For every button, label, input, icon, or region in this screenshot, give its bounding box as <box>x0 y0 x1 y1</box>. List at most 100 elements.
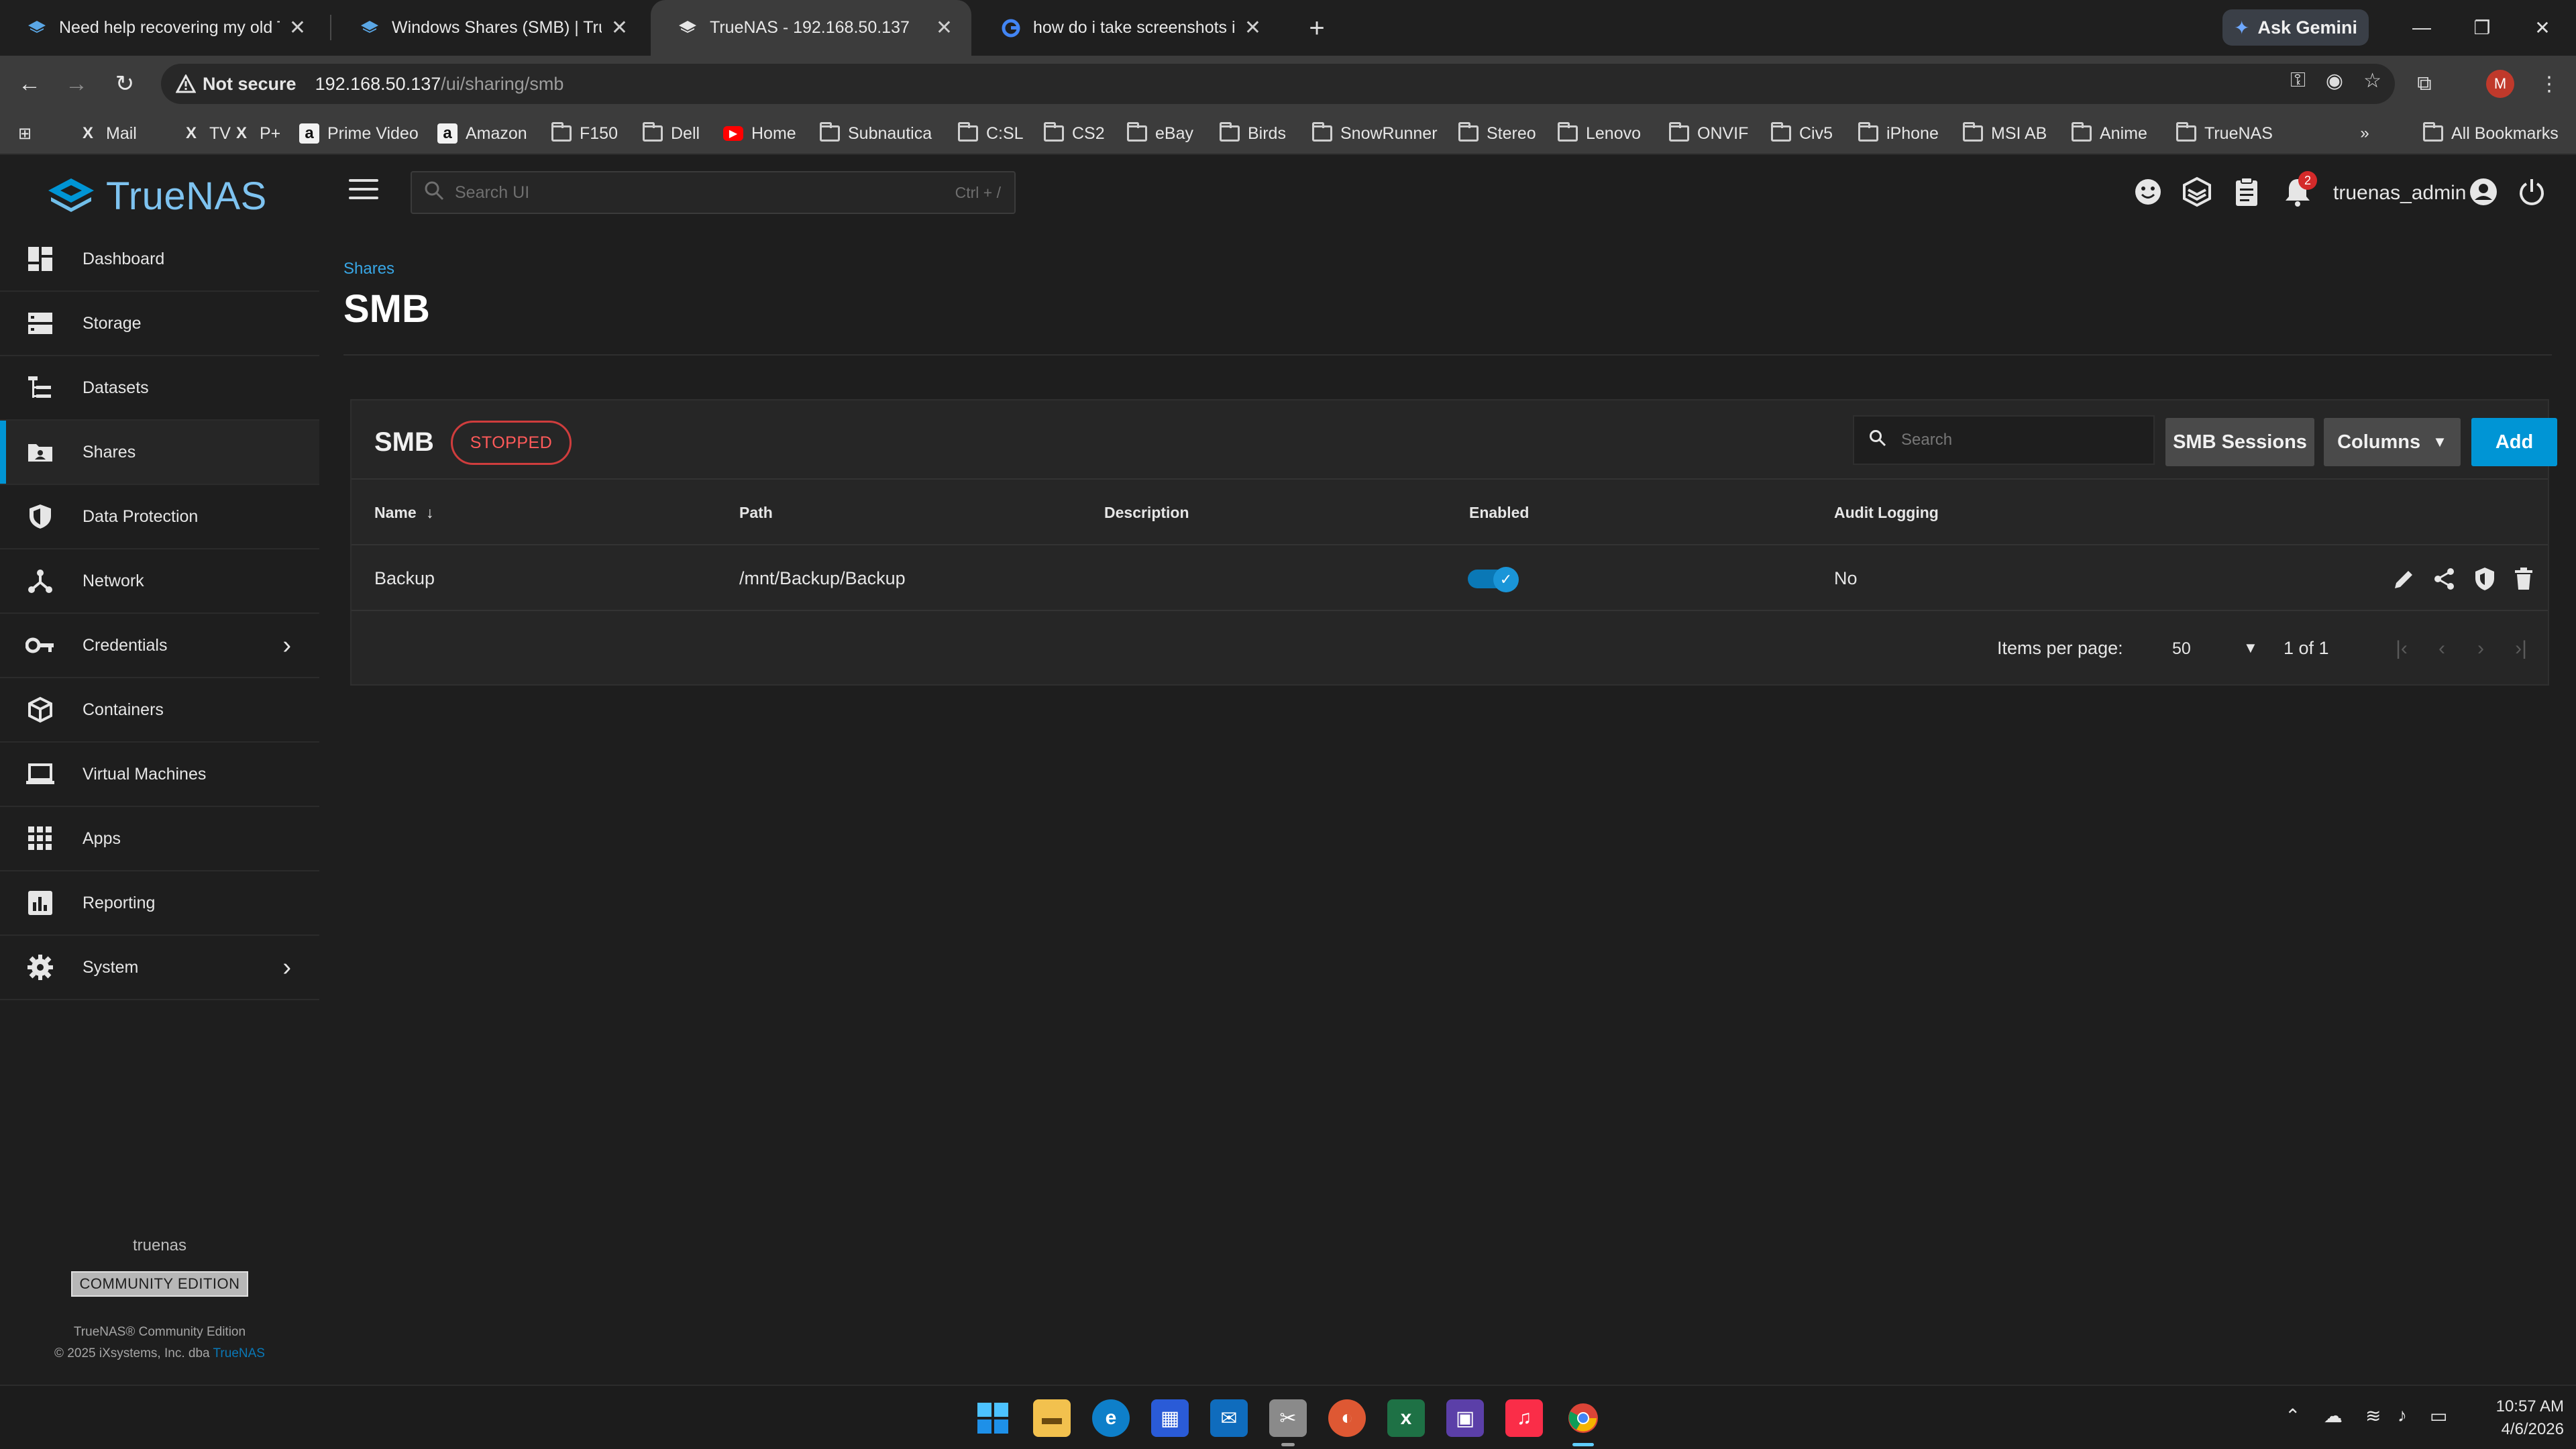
bookmark-item[interactable]: F150 <box>551 112 618 155</box>
snipping-tool-icon[interactable]: ✂ <box>1269 1399 1307 1446</box>
more-bookmarks-icon[interactable]: » <box>2355 112 2383 155</box>
service-status-badge[interactable]: STOPPED <box>451 421 572 465</box>
bookmark-item[interactable]: Subnautica <box>820 112 932 155</box>
chrome-icon[interactable] <box>1564 1399 1602 1446</box>
file-explorer-icon[interactable]: ▬ <box>1033 1399 1071 1437</box>
delete-trash-icon[interactable] <box>2509 564 2538 594</box>
previous-page-icon[interactable]: ‹ <box>2430 637 2454 661</box>
power-icon[interactable] <box>2517 175 2546 209</box>
forward-arrow-icon[interactable]: → <box>59 66 94 101</box>
sidebar-item-system[interactable]: System › <box>0 936 319 1000</box>
bookmark-item[interactable]: ▶ Home <box>723 112 796 155</box>
onedrive-icon[interactable]: ☁ <box>2324 1405 2343 1427</box>
not-secure-label[interactable]: Not secure <box>203 74 297 95</box>
chevron-down-icon[interactable]: ▼ <box>2243 639 2258 657</box>
column-header-enabled[interactable]: Enabled <box>1469 504 1529 522</box>
volume-icon[interactable]: ♪ <box>2398 1405 2407 1426</box>
reload-icon[interactable]: ↻ <box>107 66 142 101</box>
bookmark-item[interactable]: Lenovo <box>1558 112 1641 155</box>
duckduckgo-icon[interactable]: ◐ <box>1328 1399 1366 1437</box>
truenas-logo[interactable]: TrueNAS <box>47 174 267 219</box>
bookmark-item[interactable]: MSI AB <box>1963 112 2047 155</box>
eye-icon[interactable]: ◉ <box>2326 69 2343 93</box>
column-header-path[interactable]: Path <box>739 504 773 522</box>
bookmark-item[interactable]: iPhone <box>1858 112 1939 155</box>
truecommand-icon[interactable] <box>2182 175 2212 209</box>
enabled-toggle[interactable]: ✓ <box>1468 567 1519 592</box>
username-label[interactable]: truenas_admin <box>2333 182 2466 205</box>
sidebar-item-containers[interactable]: Containers <box>0 678 319 743</box>
hamburger-menu-icon[interactable] <box>349 179 378 203</box>
sidebar-item-apps[interactable]: Apps <box>0 807 319 871</box>
browser-tab-active[interactable]: TrueNAS - 192.168.50.137 ✕ <box>651 0 971 56</box>
bookmark-item[interactable]: SnowRunner <box>1312 112 1438 155</box>
back-arrow-icon[interactable]: ← <box>12 66 47 101</box>
tab-close-icon[interactable]: ✕ <box>289 16 306 40</box>
apple-music-icon[interactable]: ♫ <box>1505 1399 1543 1437</box>
smb-sessions-button[interactable]: SMB Sessions <box>2165 418 2314 466</box>
bookmark-item[interactable]: a Prime Video <box>299 112 419 155</box>
battery-icon[interactable]: ▭ <box>2430 1405 2447 1427</box>
bookmark-item[interactable]: a Amazon <box>437 112 527 155</box>
password-key-icon[interactable]: ⚿ <box>2290 69 2306 93</box>
outlook-icon[interactable]: ✉ <box>1210 1399 1248 1437</box>
truenas-link[interactable]: TrueNAS <box>213 1346 265 1360</box>
share-acl-icon[interactable] <box>2430 564 2459 594</box>
apps-grid-icon[interactable]: ⊞ <box>15 112 43 155</box>
minimize-icon[interactable]: — <box>2402 12 2442 43</box>
items-per-page-select[interactable]: 50 <box>2172 639 2191 659</box>
bookmark-item[interactable]: ONVIF <box>1669 112 1748 155</box>
jobs-clipboard-icon[interactable] <box>2234 175 2259 209</box>
bookmark-item[interactable]: C:SL <box>958 112 1024 155</box>
ask-gemini-button[interactable]: ✦ Ask Gemini <box>2222 9 2369 46</box>
restore-icon[interactable]: ❐ <box>2462 12 2502 43</box>
column-header-audit-logging[interactable]: Audit Logging <box>1834 504 1939 522</box>
columns-button[interactable]: Columns ▼ <box>2324 418 2461 466</box>
column-header-name[interactable]: Name ↓ <box>374 504 434 522</box>
clipchamp-icon[interactable]: ▣ <box>1446 1399 1484 1437</box>
address-bar[interactable]: Not secure 192.168.50.137 /ui/sharing/sm… <box>161 64 2395 104</box>
sidebar-item-shares[interactable]: Shares <box>0 421 319 485</box>
microsoft-store-icon[interactable]: ▦ <box>1151 1399 1189 1437</box>
table-search-input[interactable]: Search <box>1853 415 2155 465</box>
column-header-description[interactable]: Description <box>1104 504 1189 522</box>
last-page-icon[interactable]: ›| <box>2509 637 2533 661</box>
new-tab-icon[interactable]: + <box>1298 9 1336 47</box>
bookmark-item[interactable]: X P+ <box>231 112 280 155</box>
bookmark-item[interactable]: Dell <box>643 112 700 155</box>
close-window-icon[interactable]: ✕ <box>2522 12 2563 43</box>
sidebar-item-storage[interactable]: Storage <box>0 292 319 356</box>
menu-kebab-icon[interactable]: ⋮ <box>2532 66 2567 101</box>
tab-close-icon[interactable]: ✕ <box>936 16 953 40</box>
bookmark-item[interactable]: CS2 <box>1044 112 1105 155</box>
all-bookmarks-button[interactable]: All Bookmarks <box>2423 112 2559 155</box>
add-share-button[interactable]: Add <box>2471 418 2557 466</box>
bookmark-item[interactable]: X TV <box>181 112 231 155</box>
wifi-icon[interactable]: ≋ <box>2365 1405 2381 1427</box>
tab-close-icon[interactable]: ✕ <box>1244 16 1261 40</box>
sidebar-item-virtual-machines[interactable]: Virtual Machines <box>0 743 319 807</box>
account-circle-icon[interactable] <box>2469 175 2498 209</box>
profile-avatar[interactable]: M <box>2486 70 2514 98</box>
tab-close-icon[interactable]: ✕ <box>611 16 628 40</box>
sidebar-item-datasets[interactable]: Datasets <box>0 356 319 421</box>
warning-triangle-icon[interactable] <box>174 72 197 95</box>
sidebar-item-data-protection[interactable]: Data Protection <box>0 485 319 549</box>
bookmark-item[interactable]: eBay <box>1127 112 1193 155</box>
global-search-input[interactable]: Search UI Ctrl + / <box>411 171 1016 214</box>
browser-tab[interactable]: Need help recovering my old TrueNAS ✕ <box>0 0 325 56</box>
first-page-icon[interactable]: |‹ <box>2390 637 2414 661</box>
next-page-icon[interactable]: › <box>2469 637 2493 661</box>
sidebar-item-reporting[interactable]: Reporting <box>0 871 319 936</box>
tray-chevron-up-icon[interactable]: ⌃ <box>2285 1405 2300 1427</box>
system-clock[interactable]: 10:57 AM 4/6/2026 <box>2463 1395 2564 1441</box>
excel-icon[interactable]: x <box>1387 1399 1425 1437</box>
bookmark-item[interactable]: TrueNAS <box>2176 112 2273 155</box>
feedback-smiley-icon[interactable] <box>2133 175 2163 209</box>
table-row[interactable]: Backup /mnt/Backup/Backup ✓ No <box>352 545 2548 611</box>
browser-tab[interactable]: Windows Shares (SMB) | TrueNAS ✕ <box>333 0 647 56</box>
tab-search-icon[interactable]: ⧉ <box>2407 66 2442 101</box>
bookmark-item[interactable]: X Mail <box>78 112 137 155</box>
breadcrumb[interactable]: Shares <box>343 260 394 278</box>
bookmark-item[interactable]: Civ5 <box>1771 112 1833 155</box>
